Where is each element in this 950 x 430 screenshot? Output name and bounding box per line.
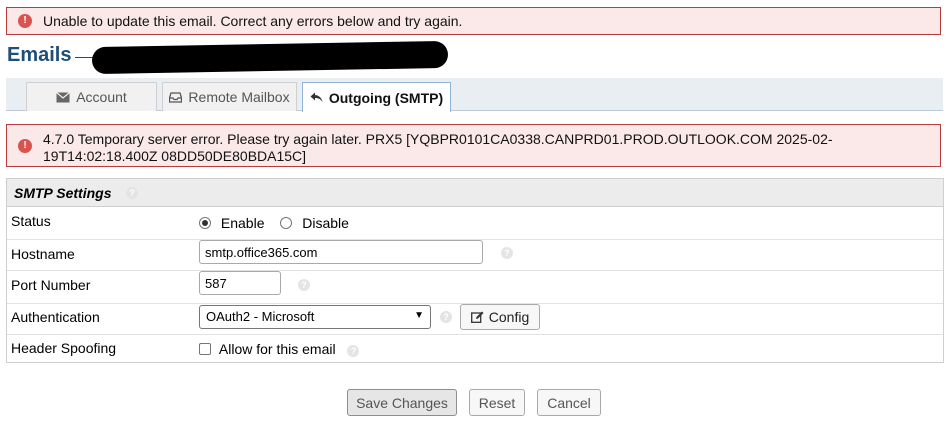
help-icon[interactable]: ? (298, 279, 310, 291)
authentication-row: Authentication OAuth2 - Microsoft ▼ ? Co… (7, 304, 943, 335)
error-icon: ! (18, 139, 32, 153)
page-title: Emails (7, 44, 72, 66)
disable-radio-label[interactable]: Disable (302, 215, 349, 231)
reset-button[interactable]: Reset (469, 389, 525, 416)
header-spoofing-label: Header Spoofing (11, 340, 117, 356)
cancel-button[interactable]: Cancel (537, 389, 601, 416)
tab-remote-mailbox[interactable]: Remote Mailbox (162, 82, 297, 111)
enable-radio-label[interactable]: Enable (221, 215, 265, 231)
smtp-settings-panel: SMTP Settings ? Status Enable Disable Ho… (6, 178, 944, 363)
tab-account[interactable]: Account (26, 82, 157, 111)
smtp-error-message: 4.7.0 Temporary server error. Please try… (43, 131, 833, 164)
chevron-down-icon: ▼ (414, 310, 424, 321)
disable-radio[interactable] (280, 217, 293, 229)
config-button-label: Config (488, 309, 530, 325)
tab-bar: Account Remote Mailbox Outgoing (SMTP) (6, 78, 943, 112)
header-spoofing-option: Allow for this email ? (199, 341, 360, 357)
smtp-error-alert: ! 4.7.0 Temporary server error. Please t… (6, 124, 941, 167)
hostname-row: Hostname ? (7, 240, 943, 271)
error-alert: ! Unable to update this email. Correct a… (6, 7, 941, 35)
reply-icon (310, 92, 323, 103)
enable-radio[interactable] (199, 217, 211, 229)
panel-title: SMTP Settings (14, 185, 112, 201)
status-row: Status Enable Disable (7, 207, 943, 240)
title-separator (75, 57, 93, 58)
port-row: Port Number ? (7, 271, 943, 304)
help-icon[interactable]: ? (347, 345, 360, 357)
panel-header: SMTP Settings ? (7, 179, 943, 207)
help-icon[interactable]: ? (501, 247, 513, 259)
header-spoofing-row: Header Spoofing Allow for this email ? (7, 335, 943, 363)
authentication-selected: OAuth2 - Microsoft (206, 309, 315, 324)
save-changes-button[interactable]: Save Changes (347, 389, 457, 416)
authentication-label: Authentication (11, 309, 100, 325)
error-message: Unable to update this email. Correct any… (43, 13, 463, 29)
help-icon[interactable]: ? (126, 187, 138, 199)
port-input[interactable] (199, 271, 281, 295)
tab-label: Remote Mailbox (188, 89, 290, 105)
tab-label: Outgoing (SMTP) (328, 89, 444, 106)
status-options: Enable Disable (199, 215, 349, 231)
tab-outgoing-smtp[interactable]: Outgoing (SMTP) (302, 82, 451, 112)
hostname-input[interactable] (199, 240, 483, 264)
tab-label: Account (76, 89, 127, 105)
config-button[interactable]: Config (460, 304, 540, 330)
allow-spoofing-checkbox[interactable] (199, 343, 211, 355)
redacted-email-address (91, 40, 449, 75)
error-icon: ! (18, 14, 32, 28)
envelope-icon (56, 91, 71, 102)
help-icon[interactable]: ? (440, 311, 452, 323)
allow-spoofing-label[interactable]: Allow for this email (219, 341, 336, 357)
edit-icon (470, 311, 484, 323)
status-label: Status (11, 213, 51, 229)
inbox-icon (169, 91, 183, 103)
hostname-label: Hostname (11, 246, 75, 262)
authentication-select[interactable]: OAuth2 - Microsoft ▼ (199, 305, 431, 329)
port-label: Port Number (11, 277, 91, 293)
